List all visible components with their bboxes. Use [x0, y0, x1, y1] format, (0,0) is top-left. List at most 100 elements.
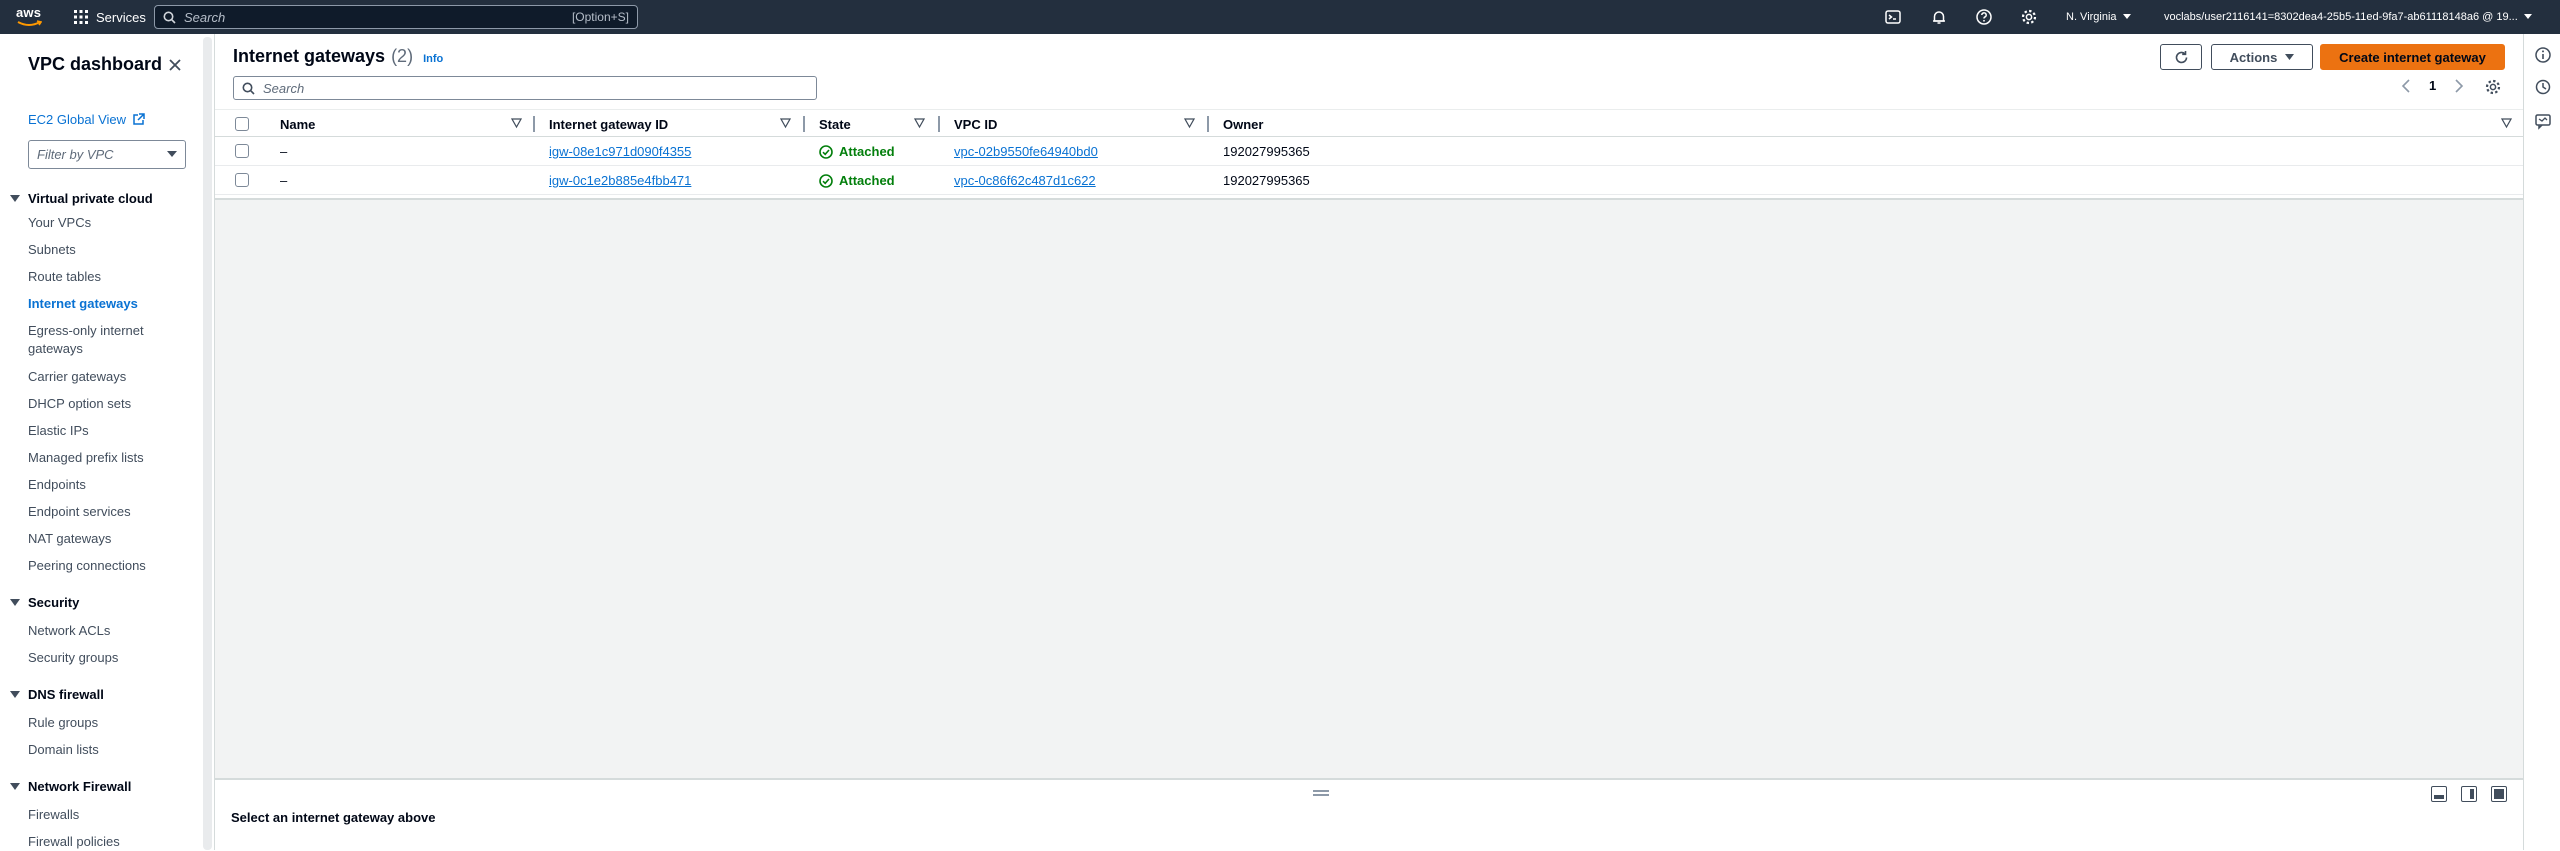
sort-icon[interactable]: [511, 118, 522, 129]
sidebar-item-endpoint-services[interactable]: Endpoint services: [28, 503, 131, 521]
search-icon: [242, 82, 255, 95]
create-internet-gateway-button[interactable]: Create internet gateway: [2320, 44, 2505, 70]
internet-gateways-table: Name Internet gateway ID State VPC ID Ow…: [215, 109, 2523, 195]
sidebar-item-egress-only-internet-gateways[interactable]: Egress-only internet gateways: [28, 322, 144, 358]
sidebar-item-internet-gateways[interactable]: Internet gateways: [28, 295, 138, 313]
sidebar-scrollbar[interactable]: [203, 37, 212, 850]
filter-placeholder: Filter by VPC: [37, 147, 114, 162]
sidebar-item-route-tables[interactable]: Route tables: [28, 268, 101, 286]
security-shield-icon[interactable]: [2534, 78, 2552, 96]
info-icon[interactable]: [2534, 46, 2552, 64]
panel-full-icon[interactable]: [2491, 786, 2507, 802]
page-title: Internet gateways (2) Info: [233, 46, 443, 67]
row-checkbox[interactable]: [235, 144, 249, 158]
column-divider[interactable]: [803, 116, 805, 132]
sidebar-item-endpoints[interactable]: Endpoints: [28, 476, 86, 494]
sidebar-item-network-acls[interactable]: Network ACLs: [28, 622, 110, 640]
sidebar-item-peering-connections[interactable]: Peering connections: [28, 557, 146, 575]
services-menu[interactable]: Services: [74, 0, 146, 34]
panel-bottom-icon[interactable]: [2431, 786, 2447, 802]
account-menu[interactable]: voclabs/user2116141=8302dea4-25b5-11ed-9…: [2164, 0, 2532, 34]
sidebar-item-your-vpcs[interactable]: Your VPCs: [28, 214, 91, 232]
sidebar-item-security-groups[interactable]: Security groups: [28, 649, 118, 667]
table-header: Name Internet gateway ID State VPC ID Ow…: [215, 109, 2523, 137]
bell-icon[interactable]: [1930, 8, 1948, 26]
section-security[interactable]: Security: [10, 595, 79, 610]
cell-name: –: [280, 144, 288, 159]
panel-side-icon[interactable]: [2461, 786, 2477, 802]
column-header-vpc-id[interactable]: VPC ID: [954, 110, 997, 138]
section-title: Security: [28, 595, 80, 610]
sidebar-item-domain-lists[interactable]: Domain lists: [28, 741, 99, 759]
sidebar-item-managed-prefix-lists[interactable]: Managed prefix lists: [28, 449, 144, 467]
row-checkbox[interactable]: [235, 173, 249, 187]
caret-down-icon: [2122, 14, 2131, 20]
refresh-button[interactable]: [2160, 44, 2202, 70]
vpc-id-link[interactable]: vpc-0c86f62c487d1c622: [954, 166, 1096, 195]
column-header-internet-gateway-id[interactable]: Internet gateway ID: [549, 110, 668, 138]
cloudshell-icon[interactable]: [1884, 8, 1902, 26]
feedback-icon[interactable]: [2534, 112, 2552, 130]
item-count: (2): [391, 46, 414, 66]
column-divider[interactable]: [1207, 116, 1209, 132]
sidebar-item-elastic-ips[interactable]: Elastic IPs: [28, 422, 89, 440]
global-search-input[interactable]: Search [Option+S]: [154, 5, 638, 29]
sort-icon[interactable]: [780, 118, 791, 129]
column-divider[interactable]: [938, 116, 940, 132]
sort-icon[interactable]: [914, 118, 925, 129]
vpc-id-link[interactable]: vpc-02b9550fe64940bd0: [954, 137, 1098, 166]
section-network-firewall[interactable]: Network Firewall: [10, 779, 131, 794]
table-search-input[interactable]: Search: [233, 76, 817, 100]
aws-logo-text: aws: [16, 5, 42, 20]
settings-gear-icon[interactable]: [2020, 8, 2038, 26]
section-title: Virtual private cloud: [28, 191, 153, 206]
section-virtual-private-cloud[interactable]: Virtual private cloud: [10, 191, 153, 206]
column-header-name[interactable]: Name: [280, 110, 315, 138]
state-badge: Attached: [819, 166, 895, 195]
region-selector[interactable]: N. Virginia: [2066, 0, 2131, 34]
sidebar-item-rule-groups[interactable]: Rule groups: [28, 714, 98, 732]
column-header-owner[interactable]: Owner: [1223, 110, 1263, 138]
sidebar-title[interactable]: VPC dashboard: [28, 54, 162, 75]
drag-handle-icon[interactable]: [1313, 790, 1329, 796]
chevron-left-icon[interactable]: [2401, 78, 2411, 93]
sidebar-item-label: gateways: [28, 341, 83, 356]
igw-id-link[interactable]: igw-08e1c971d090f4355: [549, 137, 691, 166]
table-preferences-gear-icon[interactable]: [2484, 78, 2502, 96]
search-placeholder: Search: [263, 80, 305, 96]
services-label: Services: [96, 9, 146, 25]
refresh-icon: [2174, 50, 2189, 65]
sidebar-item-dhcp-option-sets[interactable]: DHCP option sets: [28, 395, 131, 413]
sidebar-item-firewall-policies[interactable]: Firewall policies: [28, 833, 120, 851]
actions-button[interactable]: Actions: [2211, 44, 2313, 70]
split-panel-position-controls: [2431, 786, 2507, 802]
ec2-global-view-link[interactable]: EC2 Global View: [28, 112, 145, 127]
section-dns-firewall[interactable]: DNS firewall: [10, 687, 104, 702]
sort-icon[interactable]: [2501, 118, 2512, 129]
close-icon[interactable]: [166, 56, 184, 74]
info-link[interactable]: Info: [423, 53, 443, 65]
column-header-state[interactable]: State: [819, 110, 851, 138]
state-text: Attached: [839, 173, 895, 188]
igw-id-link[interactable]: igw-0c1e2b885e4fbb471: [549, 166, 691, 195]
table-row[interactable]: – igw-0c1e2b885e4fbb471 Attached vpc-0c8…: [215, 166, 2523, 195]
aws-logo[interactable]: aws: [16, 6, 44, 28]
table-row[interactable]: – igw-08e1c971d090f4355 Attached vpc-02b…: [215, 137, 2523, 166]
caret-down-icon: [2523, 14, 2532, 20]
split-panel-divider[interactable]: [215, 778, 2523, 780]
page-number[interactable]: 1: [2429, 78, 2436, 93]
sort-icon[interactable]: [1184, 118, 1195, 129]
column-divider[interactable]: [533, 116, 535, 132]
sidebar-item-nat-gateways[interactable]: NAT gateways: [28, 530, 111, 548]
filter-by-vpc-select[interactable]: Filter by VPC: [28, 140, 186, 169]
help-icon[interactable]: [1975, 8, 1993, 26]
sidebar-item-subnets[interactable]: Subnets: [28, 241, 76, 259]
select-all-checkbox[interactable]: [235, 117, 249, 131]
sidebar-item-firewalls[interactable]: Firewalls: [28, 806, 79, 824]
detail-panel-placeholder: Select an internet gateway above: [231, 810, 436, 825]
chevron-right-icon[interactable]: [2454, 78, 2464, 93]
sidebar-item-carrier-gateways[interactable]: Carrier gateways: [28, 368, 126, 386]
search-placeholder: Search: [184, 9, 226, 25]
main-content: Internet gateways (2) Info Actions Creat…: [215, 34, 2523, 850]
region-label: N. Virginia: [2066, 11, 2117, 23]
